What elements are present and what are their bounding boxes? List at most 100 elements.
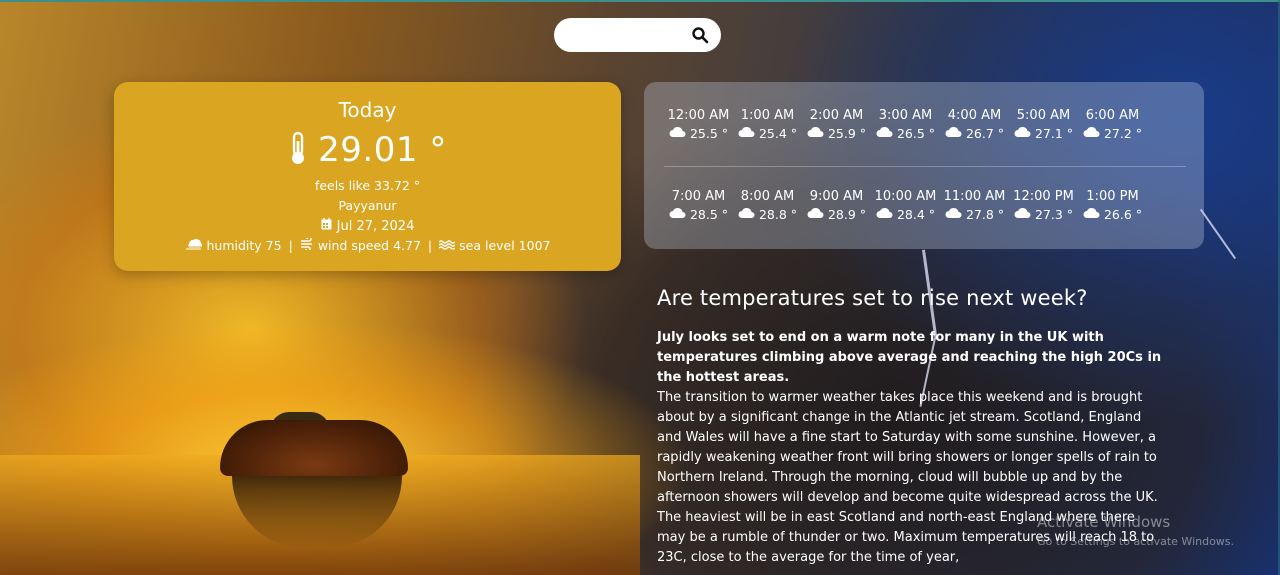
article-title: Are temperatures set to rise next week?	[657, 286, 1088, 310]
hour-item: 1:00 PM 26.6 °	[1078, 189, 1147, 222]
hourly-row: 7:00 AM 28.5 ° 8:00 AM 28.8 ° 9:00 AM 28.9 …	[664, 189, 1194, 222]
hour-temp-row: 28.9 °	[802, 207, 871, 222]
hour-time: 1:00 AM	[740, 108, 795, 123]
hour-item: 3:00 AM 26.5 °	[871, 108, 940, 141]
cloud-icon	[669, 126, 687, 141]
hour-time: 6:00 AM	[1085, 108, 1140, 123]
island	[220, 420, 408, 476]
hour-temp: 26.7 °	[965, 126, 1005, 141]
wind-icon	[300, 236, 314, 253]
hour-item: 5:00 AM 27.1 °	[1009, 108, 1078, 141]
hour-item: 4:00 AM 26.7 °	[940, 108, 1009, 141]
hour-time: 11:00 AM	[943, 189, 1006, 204]
humidity-icon	[185, 238, 203, 253]
hour-temp: 27.3 °	[1034, 207, 1074, 222]
hour-time: 8:00 AM	[740, 189, 795, 204]
hour-item: 12:00 AM 25.5 °	[664, 108, 733, 141]
search-bar	[554, 18, 721, 52]
hourly-divider	[664, 166, 1186, 167]
hour-time: 2:00 AM	[809, 108, 864, 123]
lightning-bolt	[1200, 208, 1237, 260]
hour-temp: 28.9 °	[827, 207, 867, 222]
today-title: Today	[338, 98, 397, 122]
hour-temp: 27.1 °	[1034, 126, 1074, 141]
cloud-icon	[945, 207, 963, 222]
article-lead: July looks set to end on a warm note for…	[657, 330, 1162, 385]
hour-temp: 25.5 °	[689, 126, 729, 141]
sea-level-text: sea level 1007	[459, 238, 551, 253]
hour-temp-row: 26.6 °	[1078, 207, 1147, 222]
hour-temp: 26.5 °	[896, 126, 936, 141]
cloud-icon	[807, 207, 825, 222]
hour-temp-row: 25.9 °	[802, 126, 871, 141]
cloud-icon	[876, 126, 894, 141]
hour-temp: 26.6 °	[1103, 207, 1143, 222]
hour-time: 5:00 AM	[1016, 108, 1071, 123]
hour-time: 12:00 PM	[1013, 189, 1074, 204]
hour-temp-row: 27.2 °	[1078, 126, 1147, 141]
hour-time: 7:00 AM	[671, 189, 726, 204]
hour-time: 4:00 AM	[947, 108, 1002, 123]
hour-temp: 28.4 °	[896, 207, 936, 222]
hour-temp: 25.4 °	[758, 126, 798, 141]
cloud-icon	[1083, 207, 1101, 222]
cloud-icon	[738, 207, 756, 222]
activate-windows-title: Activate Windows	[1037, 513, 1171, 531]
city-name: Payyanur	[338, 198, 397, 213]
hour-time: 1:00 PM	[1086, 189, 1139, 204]
hour-temp-row: 28.5 °	[664, 207, 733, 222]
hour-item: 2:00 AM 25.9 °	[802, 108, 871, 141]
cloud-icon	[1014, 207, 1032, 222]
hour-time: 12:00 AM	[667, 108, 730, 123]
hourly-row: 12:00 AM 25.5 ° 1:00 AM 25.4 ° 2:00 AM 25.9…	[664, 108, 1194, 141]
hour-temp: 25.9 °	[827, 126, 867, 141]
cloud-icon	[669, 207, 687, 222]
cloud-icon	[1083, 126, 1101, 141]
humidity-text: humidity 75	[206, 238, 282, 253]
date-row: Jul 27, 2024	[114, 218, 621, 234]
cloud-icon	[1014, 126, 1032, 141]
search-icon[interactable]	[691, 26, 709, 44]
cloud-icon	[738, 126, 756, 141]
hourly-forecast-card: 12:00 AM 25.5 ° 1:00 AM 25.4 ° 2:00 AM 25.9…	[644, 82, 1204, 249]
cloud-icon	[876, 207, 894, 222]
hour-temp: 27.2 °	[1103, 126, 1143, 141]
hour-time: 3:00 AM	[878, 108, 933, 123]
hour-item: 9:00 AM 28.9 °	[802, 189, 871, 222]
wind-text: wind speed 4.77	[317, 238, 421, 253]
separator: |	[427, 238, 433, 253]
hour-item: 10:00 AM 28.4 °	[871, 189, 940, 222]
hour-temp: 27.8 °	[965, 207, 1005, 222]
separator: |	[288, 238, 293, 253]
hour-temp-row: 28.8 °	[733, 207, 802, 222]
cloud-icon	[807, 126, 825, 141]
hour-temp-row: 25.5 °	[664, 126, 733, 141]
activate-windows-subtitle: Go to Settings to activate Windows.	[1037, 535, 1235, 548]
hour-item: 12:00 PM 27.3 °	[1009, 189, 1078, 222]
stats-row: humidity 75 | wind speed 4.77 | sea leve…	[114, 236, 621, 253]
hour-item: 1:00 AM 25.4 °	[733, 108, 802, 141]
hour-item: 8:00 AM 28.8 °	[733, 189, 802, 222]
hour-temp-row: 26.7 °	[940, 126, 1009, 141]
hour-temp-row: 26.5 °	[871, 126, 940, 141]
temperature-row: 29.01 °	[114, 130, 621, 170]
calendar-icon	[321, 218, 332, 234]
hour-temp: 28.8 °	[758, 207, 798, 222]
hour-temp-row: 25.4 °	[733, 126, 802, 141]
hour-item: 11:00 AM 27.8 °	[940, 189, 1009, 222]
hour-temp-row: 27.3 °	[1009, 207, 1078, 222]
hour-item: 6:00 AM 27.2 °	[1078, 108, 1147, 141]
water-icon	[438, 238, 456, 253]
cloud-icon	[945, 126, 963, 141]
thermometer-icon	[288, 131, 308, 169]
hour-temp-row: 27.1 °	[1009, 126, 1078, 141]
hour-temp: 28.5 °	[689, 207, 729, 222]
top-accent-line	[0, 0, 1280, 2]
current-temperature: 29.01 °	[318, 130, 447, 170]
search-input[interactable]	[568, 25, 683, 45]
hour-time: 9:00 AM	[809, 189, 864, 204]
hour-time: 10:00 AM	[874, 189, 937, 204]
feels-like: feels like 33.72 °	[314, 178, 421, 193]
today-weather-card: Today 29.01 ° feels like 33.72 ° Payyanu…	[114, 82, 621, 271]
hour-temp-row: 28.4 °	[871, 207, 940, 222]
